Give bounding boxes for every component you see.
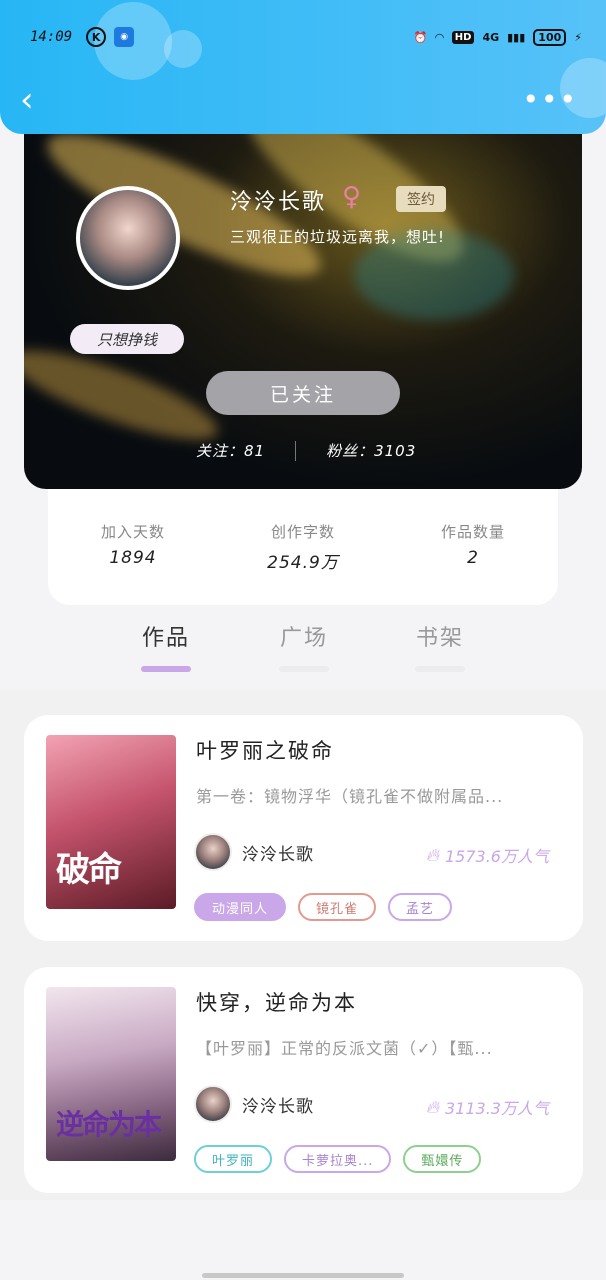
fire-icon: 🔥︎ xyxy=(425,844,439,866)
author-name: 泠泠长歌 xyxy=(242,1096,314,1117)
signal-icon: ▮▮▮ xyxy=(507,30,526,44)
author-avatar xyxy=(194,833,232,871)
follow-button[interactable]: 已关注 xyxy=(206,371,400,415)
book-author[interactable]: 泠泠长歌 xyxy=(194,833,314,871)
cover-title: 逆命为本 xyxy=(56,1108,162,1141)
tag-item[interactable]: 甄嬛传 xyxy=(403,1145,482,1173)
book-tags: 叶罗丽 卡萝拉奥... 甄嬛传 xyxy=(194,1145,482,1173)
chevron-left-icon: ‹ xyxy=(20,80,34,120)
stat-label: 创作字数 xyxy=(270,523,335,541)
tab-label: 广场 xyxy=(279,626,328,651)
profile-tabs: 作品 广场 书架 xyxy=(0,620,606,686)
stat-works-count: 作品数量 2 xyxy=(388,489,558,605)
tag-item[interactable]: 叶罗丽 xyxy=(194,1145,273,1173)
following-count[interactable]: 关注：81 xyxy=(196,440,265,461)
tag-item[interactable]: 镜孔雀 xyxy=(298,893,377,921)
profile-hero: 只想挣钱 泠泠长歌 ♀ 签约 三观很正的垃圾远离我，想吐! 已关注 关注：81 … xyxy=(24,110,582,489)
stat-label: 作品数量 xyxy=(440,523,505,541)
profile-bio: 三观很正的垃圾远离我，想吐! xyxy=(230,228,446,246)
book-cover[interactable]: 逆命为本 xyxy=(46,987,176,1161)
book-description: 【叶罗丽】正常的反派文菌（✓）【甄... xyxy=(196,1039,493,1058)
more-dots-icon: ••• xyxy=(522,83,578,116)
stat-value: 2 xyxy=(467,548,479,568)
book-cover[interactable]: 破命 xyxy=(46,735,176,909)
tag-item[interactable]: 卡萝拉奥... xyxy=(284,1145,392,1173)
more-button[interactable]: ••• xyxy=(522,86,578,114)
book-card[interactable]: 逆命为本 快穿，逆命为本 【叶罗丽】正常的反派文菌（✓）【甄... 泠泠长歌 🔥… xyxy=(24,967,583,1193)
book-tags: 动漫同人 镜孔雀 孟艺 xyxy=(194,893,453,921)
network-label: 4G xyxy=(482,30,500,44)
back-button[interactable]: ‹ xyxy=(20,82,50,118)
tab-label: 书架 xyxy=(415,626,464,651)
popularity-value: 3113.3万人气 xyxy=(445,1099,549,1118)
home-indicator[interactable] xyxy=(202,1273,404,1278)
k-app-icon: K xyxy=(86,27,107,47)
tab-works[interactable]: 作品 xyxy=(136,620,196,672)
stat-word-count: 创作字数 254.9万 xyxy=(218,489,388,605)
book-author[interactable]: 泠泠长歌 xyxy=(194,1085,314,1123)
charging-icon: ⚡ xyxy=(574,30,582,44)
notification-app-icon: ◉ xyxy=(114,27,135,47)
hd-icon: HD xyxy=(451,30,475,44)
fire-icon: 🔥︎ xyxy=(425,1096,439,1118)
popularity-value: 1573.6万人气 xyxy=(445,847,549,866)
profile-avatar[interactable] xyxy=(76,186,180,290)
battery-icon: 100 xyxy=(533,28,567,46)
alarm-icon: ⏰ xyxy=(413,30,428,44)
avatar-tag: 只想挣钱 xyxy=(70,324,184,354)
author-avatar xyxy=(194,1085,232,1123)
stat-value: 1894 xyxy=(109,548,157,568)
wifi-icon: ◠ xyxy=(435,30,444,44)
stat-value: 254.9万 xyxy=(267,553,339,573)
book-popularity: 🔥︎ 1573.6万人气 xyxy=(426,843,549,867)
profile-username: 泠泠长歌 xyxy=(230,190,327,215)
tag-item[interactable]: 孟艺 xyxy=(388,893,453,921)
tag-item[interactable]: 动漫同人 xyxy=(194,893,287,921)
tab-bookshelf[interactable]: 书架 xyxy=(410,620,470,672)
stats-card: 加入天数 1894 创作字数 254.9万 作品数量 2 xyxy=(48,489,558,605)
stat-join-days: 加入天数 1894 xyxy=(48,489,218,605)
status-time: 14:09 xyxy=(30,29,73,45)
follow-stats: 关注：81 粉丝：3103 xyxy=(196,440,416,461)
book-title[interactable]: 快穿，逆命为本 xyxy=(196,987,357,1017)
female-icon: ♀ xyxy=(342,182,362,212)
tab-square[interactable]: 广场 xyxy=(274,620,334,672)
book-card[interactable]: 破命 叶罗丽之破命 第一卷：镜物浮华（镜孔雀不做附属品... 泠泠长歌 🔥︎ 1… xyxy=(24,715,583,941)
book-popularity: 🔥︎ 3113.3万人气 xyxy=(426,1095,549,1119)
tab-label: 作品 xyxy=(141,626,190,651)
works-list: 破命 叶罗丽之破命 第一卷：镜物浮华（镜孔雀不做附属品... 泠泠长歌 🔥︎ 1… xyxy=(0,690,606,1200)
status-bar: 14:09 K ◉ ⏰ ◠ HD 4G ▮▮▮ 100 ⚡ xyxy=(30,22,582,52)
book-description: 第一卷：镜物浮华（镜孔雀不做附属品... xyxy=(196,787,504,806)
cover-title: 破命 xyxy=(56,850,122,890)
author-name: 泠泠长歌 xyxy=(242,844,314,865)
app-header: 14:09 K ◉ ⏰ ◠ HD 4G ▮▮▮ 100 ⚡ ‹ ••• xyxy=(0,0,606,134)
stat-label: 加入天数 xyxy=(100,523,165,541)
book-title[interactable]: 叶罗丽之破命 xyxy=(196,735,334,765)
signed-badge: 签约 xyxy=(396,186,446,212)
fans-count[interactable]: 粉丝：3103 xyxy=(326,440,416,461)
